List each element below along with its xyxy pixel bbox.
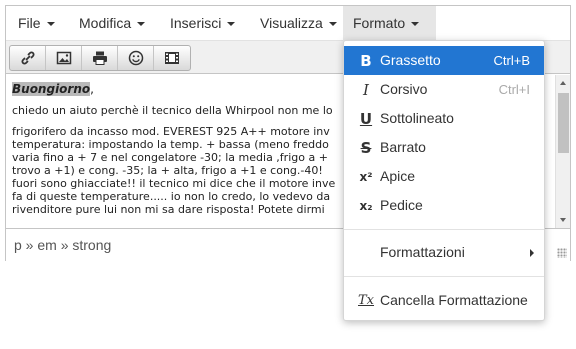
strikethrough-icon: S — [360, 139, 372, 157]
vertical-scrollbar[interactable] — [555, 75, 570, 228]
menu-inserisci[interactable]: Inserisci — [160, 6, 245, 41]
chevron-right-icon — [530, 249, 534, 257]
menu-file[interactable]: File — [8, 6, 65, 41]
menu-item-cancella-formattazione[interactable]: Tx Cancella Formattazione — [344, 286, 544, 315]
menu-item-grassetto[interactable]: B Grassetto Ctrl+B — [344, 46, 544, 75]
greeting-text: Buongiorno — [12, 82, 91, 96]
chevron-down-icon — [46, 22, 55, 26]
chevron-down-icon — [411, 22, 420, 26]
menu-modifica-label: Modifica — [79, 15, 132, 31]
menu-item-label: Cancella Formattazione — [380, 292, 528, 308]
image-icon — [56, 51, 71, 65]
italic-icon: I — [363, 81, 369, 99]
emoticon-button[interactable] — [118, 46, 154, 70]
menu-item-label: Barrato — [380, 139, 426, 155]
menu-item-formattazioni[interactable]: Formattazioni — [344, 238, 544, 267]
menu-visualizza-label: Visualizza — [260, 15, 323, 31]
shortcut-label: Ctrl+B — [493, 53, 530, 68]
element-path[interactable]: p » em » strong — [14, 237, 111, 253]
menu-modifica[interactable]: Modifica — [69, 6, 155, 41]
menu-item-barrato[interactable]: S Barrato — [344, 133, 544, 162]
menu-divider — [344, 276, 544, 277]
menu-item-label: Sottolineato — [380, 110, 454, 126]
menu-item-label: Apice — [380, 168, 416, 184]
scroll-up-icon[interactable] — [560, 81, 566, 85]
emoticon-icon — [128, 50, 143, 66]
menu-item-pedice[interactable]: x₂ Pedice — [344, 191, 544, 220]
menu-file-label: File — [18, 15, 41, 31]
toolbar-button-group — [9, 45, 191, 71]
menu-inserisci-label: Inserisci — [170, 15, 222, 31]
menu-item-label: Formattazioni — [380, 244, 465, 260]
bold-icon: B — [360, 52, 372, 70]
print-button[interactable] — [82, 46, 118, 70]
underline-icon: U — [359, 110, 373, 128]
format-dropdown-menu: B Grassetto Ctrl+B I Corsivo Ctrl+I U So… — [343, 40, 545, 321]
menu-divider — [344, 229, 544, 230]
menu-item-label: Grassetto — [380, 52, 441, 68]
print-icon — [92, 51, 107, 65]
image-button[interactable] — [46, 46, 82, 70]
shortcut-label: Ctrl+I — [498, 82, 530, 97]
chevron-down-icon — [137, 22, 146, 26]
menu-visualizza[interactable]: Visualizza — [250, 6, 347, 41]
menu-item-sottolineato[interactable]: U Sottolineato — [344, 104, 544, 133]
menu-item-apice[interactable]: x² Apice — [344, 162, 544, 191]
link-button[interactable] — [10, 46, 46, 70]
scrollbar-thumb[interactable] — [558, 93, 569, 153]
link-icon — [21, 51, 34, 65]
menubar: File Modifica Inserisci Visualizza Forma… — [6, 6, 570, 41]
superscript-icon: x² — [359, 170, 373, 184]
media-icon — [165, 52, 179, 64]
menu-formato[interactable]: Formato — [343, 6, 436, 41]
menu-item-label: Corsivo — [380, 81, 428, 97]
menu-item-label: Pedice — [380, 197, 423, 213]
subscript-icon: x₂ — [359, 199, 373, 213]
menu-formato-label: Formato — [353, 15, 406, 31]
scroll-down-icon[interactable] — [560, 218, 566, 222]
greeting-suffix: , — [90, 82, 94, 96]
resize-handle-icon[interactable] — [557, 248, 567, 258]
chevron-down-icon — [328, 22, 337, 26]
clear-format-icon: Tx — [358, 293, 375, 308]
menu-item-corsivo[interactable]: I Corsivo Ctrl+I — [344, 75, 544, 104]
media-button[interactable] — [154, 46, 190, 70]
chevron-down-icon — [227, 22, 236, 26]
